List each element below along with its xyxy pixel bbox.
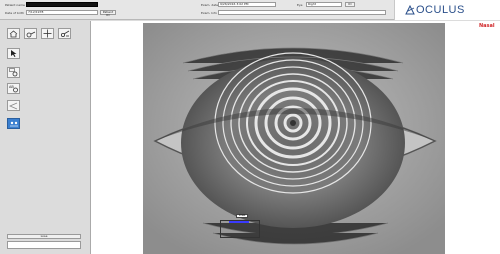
extra-button[interactable]: ID <box>345 2 355 7</box>
measure-icon <box>60 30 69 37</box>
crosshair-tool-button[interactable] <box>41 28 54 39</box>
rings-icon: AB <box>9 85 18 93</box>
exam-date-value: 9/26/2016 3:02 PM <box>220 2 249 6</box>
angle-tool-button[interactable] <box>7 100 20 111</box>
lose-button[interactable]: Lose <box>7 234 81 239</box>
eye-field[interactable]: Right <box>306 2 342 7</box>
header-bar: Patient name Date of birth 7/12/1978 Pat… <box>0 0 500 20</box>
selection-label: Lines <box>236 214 248 218</box>
patient-name-label: Patient name <box>5 3 25 7</box>
zoom-tool-button[interactable] <box>24 28 37 39</box>
angle-icon <box>9 102 18 109</box>
eye-value: Right <box>308 2 316 6</box>
patient-id-label[interactable]: Patient ID <box>100 10 116 17</box>
logo-mark-icon <box>405 5 415 15</box>
measurement-line[interactable] <box>229 221 249 223</box>
pupil-icon <box>8 68 17 77</box>
crosshair-icon <box>43 29 52 38</box>
eye-photo <box>143 23 445 254</box>
exam-date-label: Exam. date <box>201 3 219 7</box>
pointer-tool-button[interactable] <box>7 48 20 59</box>
measure-tool-button[interactable] <box>58 28 71 39</box>
svg-text:AB: AB <box>9 85 14 89</box>
exam-info-field[interactable] <box>218 10 386 15</box>
tool-panel: AB Lose <box>0 21 89 254</box>
exam-date-field[interactable]: 9/26/2016 3:02 PM <box>218 2 276 7</box>
dob-value: 7/12/1978 <box>28 10 44 14</box>
home-icon <box>9 29 18 37</box>
cursor-arrow-icon <box>10 50 16 57</box>
dob-label: Date of birth <box>5 11 25 15</box>
eye-view-tool-button[interactable] <box>7 118 20 129</box>
logo-text: OCULUS <box>416 4 465 16</box>
tool-row <box>7 28 71 39</box>
bottom-input-box[interactable] <box>7 241 81 249</box>
eye-label: Eye <box>297 3 303 7</box>
orientation-label: Nasal <box>479 23 495 29</box>
home-tool-button[interactable] <box>7 28 20 39</box>
oculus-logo: OCULUS <box>394 0 500 20</box>
app-window: Patient name Date of birth 7/12/1978 Pat… <box>0 0 500 254</box>
dob-field[interactable]: 7/12/1978 <box>26 10 98 15</box>
eyes-icon <box>9 121 18 126</box>
exam-info-label: Exam. Info <box>201 11 218 15</box>
pupil-tool-button[interactable] <box>7 67 20 78</box>
zoom-icon <box>26 31 35 37</box>
rings-tool-button[interactable]: AB <box>7 83 20 94</box>
image-viewer[interactable]: Nasal Lines <box>90 21 500 254</box>
patient-name-field[interactable] <box>26 2 98 7</box>
